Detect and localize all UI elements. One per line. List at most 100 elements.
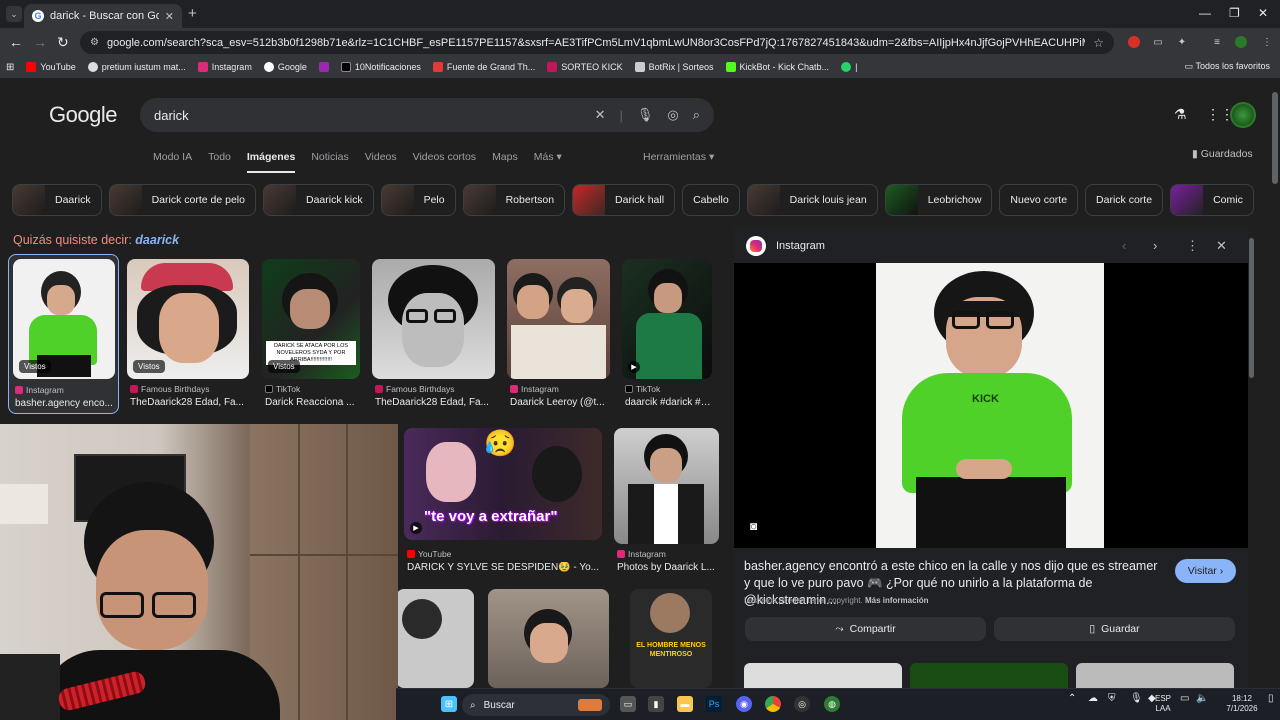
minimize-icon[interactable]: — [1199, 6, 1211, 20]
tab-search-icon[interactable]: ⌄ [6, 6, 22, 22]
extensions-puzzle-icon[interactable]: ✦ [1176, 36, 1188, 48]
reload-icon[interactable]: ↻ [57, 34, 69, 51]
bookmark-star-icon[interactable]: ☆ [1093, 36, 1104, 50]
result-caption[interactable]: Photos by Daarick L... [617, 562, 717, 573]
chip-pelo[interactable]: Pelo [380, 184, 456, 216]
tab-modo-ia[interactable]: Modo IA [153, 151, 192, 173]
language-indicator[interactable]: ESP LAA [1152, 694, 1174, 714]
file-explorer-icon[interactable]: ▬ [677, 696, 693, 712]
app-icon[interactable]: ▮ [648, 696, 664, 712]
related-thumbnail[interactable] [1076, 663, 1234, 688]
close-icon[interactable]: ✕ [1216, 238, 1227, 254]
result-caption[interactable]: basher.agency enco... [15, 398, 115, 409]
app-globe-icon[interactable]: ◍ [824, 696, 840, 712]
volume-icon[interactable]: 🔈 [1196, 694, 1208, 704]
bookmark-star[interactable] [318, 62, 329, 72]
chip-cabello[interactable]: Cabello [682, 184, 740, 216]
bookmark-google[interactable]: Google [263, 62, 307, 72]
tray-mic-icon[interactable]: 🎙 [1130, 694, 1143, 704]
result-card[interactable]: ▶ TikTok daarcik #darick #th... [622, 259, 713, 414]
chip-daarick-kick[interactable]: Daarick kick [262, 184, 374, 216]
result-image[interactable] [507, 259, 610, 379]
extension-red-icon[interactable] [1128, 36, 1140, 48]
microphone-icon[interactable]: 🎙 [637, 107, 654, 123]
tray-overflow-icon[interactable]: ⌃ [1068, 694, 1076, 704]
result-image[interactable]: DARICK SE ATACA POR LOS NOVELEROS SYDA Y… [262, 259, 360, 379]
windows-start-icon[interactable]: ⊞ [441, 696, 457, 712]
tray-icon[interactable]: ☁ [1088, 694, 1098, 704]
extension-icon[interactable]: ▭ [1152, 36, 1164, 48]
preview-image[interactable]: KICK ◙ [734, 263, 1248, 548]
tab-todo[interactable]: Todo [208, 151, 231, 173]
lens-icon[interactable]: ◎ [667, 107, 678, 123]
result-caption[interactable]: Darick Reacciona ... [265, 397, 360, 408]
back-icon[interactable]: ← [9, 34, 23, 50]
network-icon[interactable]: ▭ [1180, 694, 1189, 704]
google-logo[interactable]: Google [49, 102, 117, 128]
more-info-link[interactable]: Más información [865, 596, 929, 605]
share-button[interactable]: ⤳ Compartir [745, 617, 986, 641]
bookmark-pretium[interactable]: pretium iustum mat... [87, 62, 186, 72]
bookmark-x[interactable]: 10Notificaciones [340, 62, 421, 72]
search-icon[interactable]: ⌕ [693, 107, 700, 123]
site-info-icon[interactable]: ⚙ [90, 37, 99, 48]
close-tab-icon[interactable]: ✕ [165, 10, 174, 23]
new-tab-icon[interactable]: + [188, 5, 197, 22]
maximize-icon[interactable]: ❐ [1229, 6, 1240, 20]
chip-corte-de-pelo[interactable]: Darick corte de pelo [108, 184, 256, 216]
result-image[interactable]: 😥 "te voy a extrañar" ▶ [404, 428, 602, 540]
chip-leobrichow[interactable]: Leobrichow [884, 184, 993, 216]
panel-source-name[interactable]: Instagram [776, 240, 825, 252]
forward-icon[interactable]: → [33, 34, 47, 50]
panel-scrollbar[interactable] [1249, 238, 1254, 378]
photoshop-icon[interactable]: Ps [706, 696, 722, 712]
obs-icon[interactable]: ◎ [794, 696, 810, 712]
result-card[interactable]: Vistos Famous Birthdays TheDaarick28 Eda… [127, 259, 249, 414]
more-options-icon[interactable]: ⋮ [1186, 238, 1199, 254]
tab-imagenes[interactable]: Imágenes [246, 151, 296, 173]
related-thumbnail[interactable] [910, 663, 1068, 688]
visit-button[interactable]: Visitar › [1175, 559, 1236, 583]
lens-search-icon[interactable]: ◙ [750, 519, 764, 533]
result-caption[interactable]: daarcik #darick #th... [625, 397, 713, 408]
profile-icon[interactable] [1235, 36, 1247, 48]
all-favorites[interactable]: ▭ Todos los favoritos [1185, 61, 1270, 72]
page-scrollbar[interactable] [1272, 92, 1278, 184]
result-image[interactable]: Vistos [13, 259, 115, 379]
bookmark-whatsapp[interactable]: | [841, 62, 857, 72]
reading-list-icon[interactable]: ≡ [1211, 36, 1223, 48]
tab-maps[interactable]: Maps [492, 151, 518, 173]
bookmark-sorteo-kick[interactable]: SORTEO KICK [547, 62, 623, 72]
result-caption[interactable]: DARICK Y SYLVE SE DESPIDEN🥹 - Yo... [407, 562, 601, 573]
result-image[interactable] [614, 428, 719, 544]
result-card[interactable]: Instagram Daarick Leeroy (@t... [507, 259, 610, 414]
chip-robertson[interactable]: Robertson [462, 184, 566, 216]
chip-louis-jean[interactable]: Darick louis jean [746, 184, 878, 216]
tab-videos-cortos[interactable]: Videos cortos [413, 151, 476, 173]
bookmark-gta-font[interactable]: Fuente de Grand Th... [432, 62, 535, 72]
result-image[interactable] [372, 259, 495, 379]
chip-darick-hall[interactable]: Darick hall [572, 184, 676, 216]
notifications-icon[interactable]: ▯ [1268, 694, 1274, 704]
result-card[interactable] [488, 589, 609, 688]
related-thumbnail[interactable] [744, 663, 902, 688]
bookmark-kickbot[interactable]: KickBot - Kick Chatb... [725, 62, 829, 72]
menu-icon[interactable]: ⋮ [1261, 36, 1273, 48]
address-bar[interactable]: ⚙ google.com/search?sca_esv=512b3b0f1298… [80, 31, 1114, 54]
result-card-selected[interactable]: Vistos Instagram basher.agency enco... [8, 254, 119, 414]
save-button[interactable]: ▯ Guardar [994, 617, 1235, 641]
bookmark-youtube[interactable]: YouTube [26, 62, 76, 72]
bookmark-botrix[interactable]: BotRix | Sorteos [634, 62, 714, 72]
previous-icon[interactable]: ‹ [1122, 238, 1126, 253]
discord-icon[interactable]: ◉ [736, 696, 752, 712]
tab-noticias[interactable]: Noticias [311, 151, 348, 173]
chrome-icon[interactable] [765, 696, 781, 712]
chip-darick-corte[interactable]: Darick corte [1085, 184, 1164, 216]
labs-flask-icon[interactable]: ⚗ [1174, 106, 1187, 123]
tray-icon[interactable]: ⛨ [1108, 694, 1116, 704]
search-box[interactable]: darick ✕ | 🎙 ◎ ⌕ [140, 98, 714, 132]
result-card[interactable]: DARICK SE ATACA POR LOS NOVELEROS SYDA Y… [262, 259, 360, 414]
saved-button[interactable]: ▮ Guardados [1192, 148, 1253, 160]
result-card[interactable]: 😥 "te voy a extrañar" ▶ YouTube DARICK Y… [404, 428, 602, 576]
account-avatar[interactable] [1230, 102, 1256, 128]
